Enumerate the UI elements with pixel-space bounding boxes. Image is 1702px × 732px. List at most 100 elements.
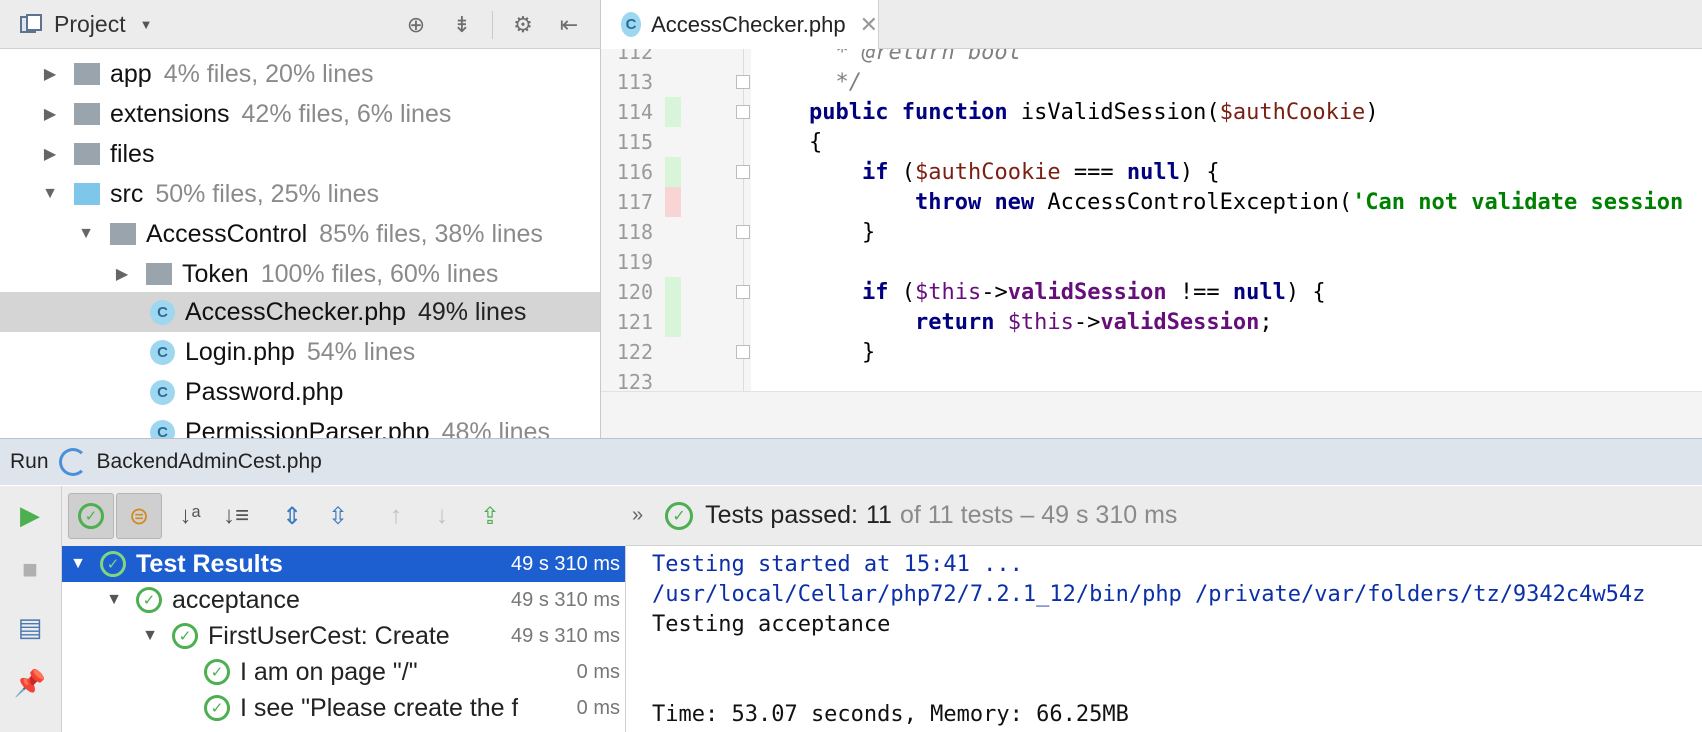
expand-arrow-icon[interactable]: ▶ xyxy=(42,104,58,124)
check-icon: ✓ xyxy=(136,587,162,613)
expand-arrow-icon[interactable]: ▶ xyxy=(42,144,58,164)
tree-item-label: Login.php xyxy=(185,337,295,366)
code-text: if ($authCookie === null) { xyxy=(861,159,1220,185)
code-text: { xyxy=(809,129,823,155)
console-line: /usr/local/Cellar/php72/7.2.1_12/bin/php… xyxy=(652,582,1646,607)
show-passed-button[interactable]: ✓ xyxy=(68,493,114,539)
coverage-label: 4% files, 20% lines xyxy=(163,59,374,88)
collapse-arrow-icon[interactable]: ▼ xyxy=(104,591,124,609)
tree-item-password[interactable]: C Password.php xyxy=(0,372,600,412)
tree-item-src[interactable]: ▼ src 50% files, 25% lines xyxy=(0,174,600,214)
code-line: 119 xyxy=(601,247,1702,277)
code-text: if ($this->validSession !== null) { xyxy=(861,279,1326,305)
tree-item-extensions[interactable]: ▶ extensions 42% files, 6% lines xyxy=(0,94,600,134)
php-class-icon: C xyxy=(150,419,175,438)
code-line: 115 { xyxy=(601,127,1702,157)
code-text: public function isValidSession($authCook… xyxy=(809,99,1379,125)
sort-alphabetically-icon[interactable]: ↓ᵃ xyxy=(172,498,208,534)
fold-marker-icon[interactable] xyxy=(736,345,750,359)
fold-marker-icon[interactable] xyxy=(736,225,750,239)
collapse-arrow-icon[interactable]: ▼ xyxy=(42,185,58,203)
console-line: Time: 53.07 seconds, Memory: 66.25MB xyxy=(652,702,1129,727)
coverage-covered-marker xyxy=(665,307,681,337)
sort-by-duration-icon[interactable]: ↓≡ xyxy=(218,498,254,534)
tree-item-app[interactable]: ▶ app 4% files, 20% lines xyxy=(0,54,600,94)
locate-file-icon[interactable]: ⊕ xyxy=(400,9,432,41)
tree-item-label: files xyxy=(110,139,155,168)
check-icon: ✓ xyxy=(100,551,126,577)
fold-marker-icon[interactable] xyxy=(736,105,750,119)
export-icon[interactable]: ⇪ xyxy=(472,498,508,534)
run-toolbar: ✓ ⊜ ↓ᵃ ↓≡ ⇕ ⇳ ↑ ↓ ⇪ xyxy=(62,486,626,546)
layout-icon[interactable]: ▤ xyxy=(13,610,47,644)
console-line: Testing acceptance xyxy=(652,612,891,637)
coverage-covered-marker xyxy=(665,97,681,127)
code-line: 120 if ($this->validSession !== null) { xyxy=(601,277,1702,307)
toolbar-divider xyxy=(492,10,493,39)
php-class-icon: C xyxy=(621,12,642,37)
hide-panel-icon[interactable]: ⇤ xyxy=(553,9,585,41)
tree-item-files[interactable]: ▶ files xyxy=(0,134,600,174)
console-output[interactable]: Testing started at 15:41 ... /usr/local/… xyxy=(626,546,1702,732)
folder-icon xyxy=(74,143,100,165)
php-class-icon: C xyxy=(150,339,175,365)
more-icon[interactable]: » xyxy=(632,504,643,527)
tree-item-accesschecker[interactable]: C AccessChecker.php 49% lines xyxy=(0,292,600,332)
expand-arrow-icon[interactable]: ▶ xyxy=(42,64,58,84)
code-text: throw new AccessControlException('Can no… xyxy=(914,189,1684,215)
stop-icon[interactable]: ■ xyxy=(13,552,47,586)
tree-item-accesscontrol[interactable]: ▼ AccessControl 85% files, 38% lines xyxy=(0,214,600,254)
collapse-arrow-icon[interactable]: ▼ xyxy=(140,627,160,645)
status-prefix: Tests passed: xyxy=(705,501,858,529)
close-icon[interactable]: ✕ xyxy=(860,12,878,38)
tree-item-label: PermissionParser.php xyxy=(185,417,430,439)
line-number: 123 xyxy=(616,370,653,391)
run-config-name[interactable]: BackendAdminCest.php xyxy=(97,450,322,474)
project-header: Project ▼ ⊕ ⇟ ⚙ ⇤ xyxy=(0,0,600,49)
check-icon: ✓ xyxy=(204,695,230,721)
next-icon[interactable]: ↓ xyxy=(424,498,460,534)
gear-icon[interactable]: ⚙ xyxy=(507,9,539,41)
previous-icon[interactable]: ↑ xyxy=(378,498,414,534)
line-number: 114 xyxy=(616,100,653,124)
test-row[interactable]: ▼ ✓ acceptance 49 s 310 ms xyxy=(62,582,625,618)
rerun-icon[interactable]: ▶ xyxy=(13,498,47,532)
collapse-all-icon[interactable]: ⇟ xyxy=(446,9,478,41)
test-row[interactable]: ✓ I see "Please create the f 0 ms xyxy=(62,690,625,726)
project-title[interactable]: Project xyxy=(54,11,126,38)
code-line: 116 if ($authCookie === null) { xyxy=(601,157,1702,187)
expand-arrow-icon[interactable]: ▶ xyxy=(114,264,130,284)
tree-item-token[interactable]: ▶ Token 100% files, 60% lines xyxy=(0,254,600,294)
collapse-all-tests-icon[interactable]: ⇳ xyxy=(320,498,356,534)
chevron-down-icon[interactable]: ▼ xyxy=(140,17,153,32)
line-number: 116 xyxy=(616,160,653,184)
status-count: 11 xyxy=(865,501,892,529)
pin-icon[interactable]: 📌 xyxy=(13,666,47,700)
test-row[interactable]: ▼ ✓ Test Results 49 s 310 ms xyxy=(62,546,625,582)
coverage-covered-marker xyxy=(665,277,681,307)
collapse-arrow-icon[interactable]: ▼ xyxy=(78,225,94,243)
tree-item-login[interactable]: C Login.php 54% lines xyxy=(0,332,600,372)
editor-bottom-area xyxy=(601,391,1702,438)
coverage-label: 48% lines xyxy=(441,417,550,439)
show-ignored-button[interactable]: ⊜ xyxy=(116,493,162,539)
code-line: 121 return $this->validSession; xyxy=(601,307,1702,337)
expand-all-icon[interactable]: ⇕ xyxy=(274,498,310,534)
test-row[interactable]: ▼ ✓ FirstUserCest: Create 49 s 310 ms xyxy=(62,618,625,654)
code-line: 112 * @return bool xyxy=(601,49,1702,67)
code-line: 122 } xyxy=(601,337,1702,367)
tab-accesschecker[interactable]: C AccessChecker.php ✕ xyxy=(601,0,879,49)
code-area[interactable]: 112 * @return bool 113 */ 114 public fun… xyxy=(601,49,1702,391)
fold-marker-icon[interactable] xyxy=(736,285,750,299)
fold-marker-icon[interactable] xyxy=(736,75,750,89)
line-number: 120 xyxy=(616,280,653,304)
folder-icon xyxy=(146,263,172,285)
line-number: 113 xyxy=(616,70,653,94)
test-row[interactable]: ✓ I am on page "/" 0 ms xyxy=(62,654,625,690)
run-label: Run xyxy=(10,450,49,473)
tree-item-permissionparser[interactable]: C PermissionParser.php 48% lines xyxy=(0,412,600,438)
fold-marker-icon[interactable] xyxy=(736,165,750,179)
folder-icon xyxy=(74,63,100,85)
test-results-tree: ▼ ✓ Test Results 49 s 310 ms ▼ ✓ accepta… xyxy=(62,546,626,732)
collapse-arrow-icon[interactable]: ▼ xyxy=(68,555,88,573)
